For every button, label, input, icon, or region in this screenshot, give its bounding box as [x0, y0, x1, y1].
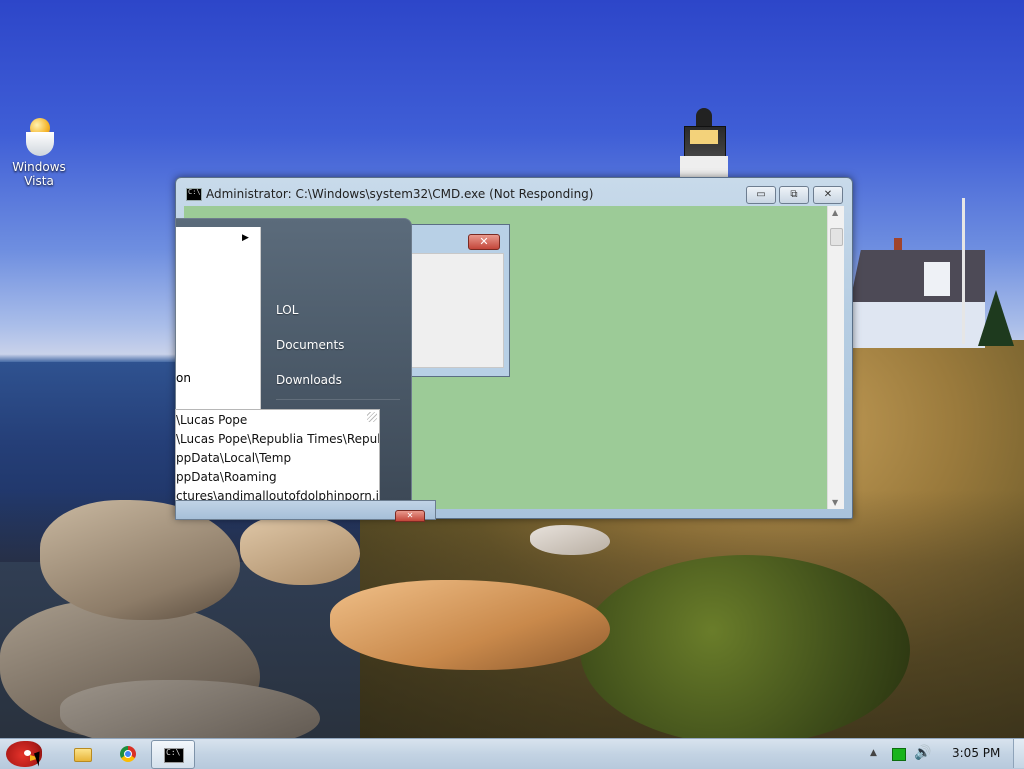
start-menu-item-fragment[interactable]: on	[176, 371, 191, 385]
desktop-icon-label-line1: Windows	[12, 160, 66, 174]
taskbar-cmd-button[interactable]	[151, 740, 195, 769]
cmd-window-title: Administrator: C:\Windows\system32\CMD.e…	[206, 187, 594, 201]
list-item[interactable]: \Lucas Pope	[176, 413, 247, 427]
cmd-scrollbar[interactable]: ▲ ▼	[827, 206, 844, 509]
show-desktop-button[interactable]	[1013, 739, 1024, 768]
taskbar-chrome-button[interactable]	[106, 740, 148, 767]
minimize-button[interactable]: ▭	[746, 186, 776, 204]
volume-icon[interactable]: 🔊	[914, 745, 931, 761]
window-fragment[interactable]: ✕	[175, 500, 436, 522]
wallpaper-bush	[580, 555, 910, 738]
path-autocomplete-list[interactable]: \Lucas Pope \Lucas Pope\Republia Times\R…	[175, 409, 380, 502]
maximize-button[interactable]: ⧉	[779, 186, 809, 204]
egg-icon	[24, 118, 54, 156]
chrome-icon	[120, 746, 136, 762]
taskbar-explorer-button[interactable]	[60, 740, 102, 767]
scroll-thumb[interactable]	[830, 228, 843, 246]
dialog-close-button[interactable]: ✕	[468, 234, 500, 250]
close-button[interactable]: ✕	[395, 510, 425, 522]
start-menu-item-documents[interactable]: Documents	[276, 338, 344, 352]
start-button[interactable]	[4, 739, 51, 769]
close-button[interactable]: ✕	[813, 186, 843, 204]
desktop-icon-label-line2: Vista	[24, 174, 54, 188]
scroll-down-icon[interactable]: ▼	[832, 498, 838, 507]
list-item[interactable]: ppData\Roaming	[176, 470, 277, 484]
resize-grip-icon[interactable]	[367, 412, 377, 422]
tray-overflow-icon[interactable]: ▲	[870, 748, 877, 758]
list-item[interactable]: ppData\Local\Temp	[176, 451, 291, 465]
scroll-up-icon[interactable]: ▲	[832, 208, 838, 217]
wallpaper-rock	[530, 525, 610, 555]
taskbar: ▲ 🔊 3:05 PM	[0, 738, 1024, 769]
wallpaper-lighthouse	[680, 108, 728, 178]
start-menu-divider	[276, 399, 400, 400]
cmd-icon	[186, 188, 202, 201]
start-menu-item-lol[interactable]: LOL	[276, 303, 298, 317]
cmd-icon	[164, 748, 184, 763]
taskbar-clock[interactable]: 3:05 PM	[952, 746, 1000, 760]
list-item[interactable]: \Lucas Pope\Republia Times\Republia	[176, 432, 379, 446]
wallpaper-flagpole	[962, 198, 965, 344]
folder-icon	[74, 748, 92, 762]
start-menu-item-downloads[interactable]: Downloads	[276, 373, 342, 387]
power-icon[interactable]	[892, 748, 906, 761]
desktop-icon-windows-vista[interactable]: Windows Vista	[8, 116, 70, 188]
start-menu-programs-pane[interactable]: ▶ on	[176, 227, 261, 417]
submenu-arrow-icon[interactable]: ▶	[242, 233, 249, 243]
